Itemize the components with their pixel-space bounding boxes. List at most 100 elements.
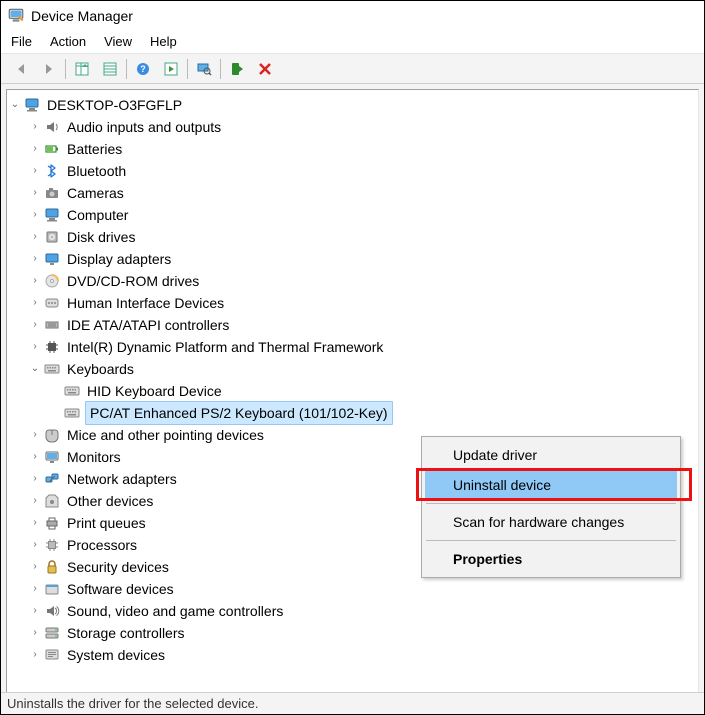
tree-item-label: Computer (65, 204, 130, 226)
chevron-right-icon[interactable]: › (27, 226, 43, 248)
tree-row[interactable]: ›HID Keyboard Device (7, 380, 698, 402)
context-menu-item[interactable]: Update driver (425, 440, 677, 470)
chevron-right-icon[interactable]: › (27, 424, 43, 446)
tree-item-label: Bluetooth (65, 160, 128, 182)
tree-item-label: Processors (65, 534, 139, 556)
chevron-right-icon[interactable]: › (27, 556, 43, 578)
toolbar (1, 54, 704, 84)
tree-row[interactable]: › Audio inputs and outputs (7, 116, 698, 138)
keyboard-icon (43, 361, 61, 377)
chip-icon (43, 339, 61, 355)
tree-item-label: Audio inputs and outputs (65, 116, 223, 138)
menu-view[interactable]: View (104, 34, 132, 49)
tree-item-label: Software devices (65, 578, 176, 600)
tree-row[interactable]: ›Batteries (7, 138, 698, 160)
chevron-right-icon[interactable]: › (27, 512, 43, 534)
context-menu-item[interactable]: Properties (425, 544, 677, 574)
context-menu-item[interactable]: Scan for hardware changes (425, 507, 677, 537)
toolbar-back-button[interactable] (7, 57, 35, 81)
tree-item-label: Mice and other pointing devices (65, 424, 266, 446)
chevron-right-icon[interactable]: › (27, 446, 43, 468)
tree-row[interactable]: › Bluetooth (7, 160, 698, 182)
tree-item-label: Print queues (65, 512, 148, 534)
chevron-right-icon[interactable]: › (27, 292, 43, 314)
toolbar-uninstall-button[interactable] (251, 57, 279, 81)
chevron-right-icon[interactable]: › (27, 204, 43, 226)
speaker-icon (43, 119, 61, 135)
menu-file[interactable]: File (11, 34, 32, 49)
chevron-right-icon[interactable]: › (27, 116, 43, 138)
chevron-down-icon[interactable]: ⌄ (7, 94, 23, 116)
tree-row[interactable]: › System devices (7, 644, 698, 666)
device-tree[interactable]: ⌄DESKTOP-O3FGFLP›Audio inputs and output… (7, 90, 698, 666)
toolbar-scan-button[interactable] (190, 57, 218, 81)
camera-icon (43, 185, 61, 201)
system-icon (43, 647, 61, 663)
window-title: Device Manager (31, 8, 133, 24)
menu-help[interactable]: Help (150, 34, 177, 49)
tree-row[interactable]: › Software devices (7, 578, 698, 600)
tree-row[interactable]: › Cameras (7, 182, 698, 204)
chevron-right-icon[interactable]: › (27, 622, 43, 644)
tree-item-label: Cameras (65, 182, 126, 204)
computer-icon (43, 207, 61, 223)
hid-icon (43, 295, 61, 311)
twisty-none: › (47, 402, 63, 424)
chevron-right-icon[interactable]: › (27, 182, 43, 204)
software-icon (43, 581, 61, 597)
tree-item-label: PC/AT Enhanced PS/2 Keyboard (101/102-Ke… (85, 401, 393, 425)
cd-icon (43, 273, 61, 289)
status-bar: Uninstalls the driver for the selected d… (1, 692, 704, 714)
toolbar-help-button[interactable] (129, 57, 157, 81)
toolbar-forward-button[interactable] (35, 57, 63, 81)
tree-item-label: IDE ATA/ATAPI controllers (65, 314, 231, 336)
chevron-right-icon[interactable]: › (27, 270, 43, 292)
toolbar-show-hide-tree-button[interactable] (68, 57, 96, 81)
device-manager-icon (7, 7, 25, 25)
chevron-right-icon[interactable]: › (27, 534, 43, 556)
chevron-right-icon[interactable]: › (27, 468, 43, 490)
tree-item-label: DVD/CD-ROM drives (65, 270, 201, 292)
tree-row[interactable]: › PC/AT Enhanced PS/2 Keyboard (101/102-K… (7, 402, 698, 424)
toolbar-separator (126, 59, 127, 79)
toolbar-separator (187, 59, 188, 79)
bluetooth-icon (43, 163, 61, 179)
chevron-right-icon[interactable]: › (27, 600, 43, 622)
tree-row[interactable]: › DVD/CD-ROM drives (7, 270, 698, 292)
chevron-right-icon[interactable]: › (27, 248, 43, 270)
tree-row[interactable]: › Human Interface Devices (7, 292, 698, 314)
menu-bar: File Action View Help (1, 31, 704, 54)
chevron-right-icon[interactable]: › (27, 644, 43, 666)
tree-row[interactable]: ›Sound, video and game controllers (7, 600, 698, 622)
chevron-right-icon[interactable]: › (27, 336, 43, 358)
chevron-right-icon[interactable]: › (27, 160, 43, 182)
tree-row[interactable]: ›Intel(R) Dynamic Platform and Thermal F… (7, 336, 698, 358)
tree-row[interactable]: › Computer (7, 204, 698, 226)
tree-item-label: System devices (65, 644, 167, 666)
chevron-right-icon[interactable]: › (27, 490, 43, 512)
tree-item-label: Human Interface Devices (65, 292, 226, 314)
printer-icon (43, 515, 61, 531)
tree-row[interactable]: › Storage controllers (7, 622, 698, 644)
tree-row[interactable]: ›Disk drives (7, 226, 698, 248)
net-icon (43, 471, 61, 487)
toolbar-enable-button[interactable] (223, 57, 251, 81)
chevron-down-icon[interactable]: ⌄ (27, 358, 43, 380)
chevron-right-icon[interactable]: › (27, 314, 43, 336)
status-text: Uninstalls the driver for the selected d… (7, 696, 258, 711)
tree-root[interactable]: ⌄DESKTOP-O3FGFLP (7, 94, 698, 116)
context-menu-separator (426, 503, 676, 504)
toolbar-properties-button[interactable] (96, 57, 124, 81)
tree-item-label: Security devices (65, 556, 171, 578)
other-icon (43, 493, 61, 509)
tree-item-label: Storage controllers (65, 622, 187, 644)
tree-row[interactable]: ⌄Keyboards (7, 358, 698, 380)
tree-row[interactable]: › IDE ATA/ATAPI controllers (7, 314, 698, 336)
chevron-right-icon[interactable]: › (27, 138, 43, 160)
tree-row[interactable]: ›Display adapters (7, 248, 698, 270)
toolbar-action-button[interactable] (157, 57, 185, 81)
chevron-right-icon[interactable]: › (27, 578, 43, 600)
menu-action[interactable]: Action (50, 34, 86, 49)
context-menu-item[interactable]: Uninstall device (425, 470, 677, 500)
title-bar: Device Manager (1, 1, 704, 31)
